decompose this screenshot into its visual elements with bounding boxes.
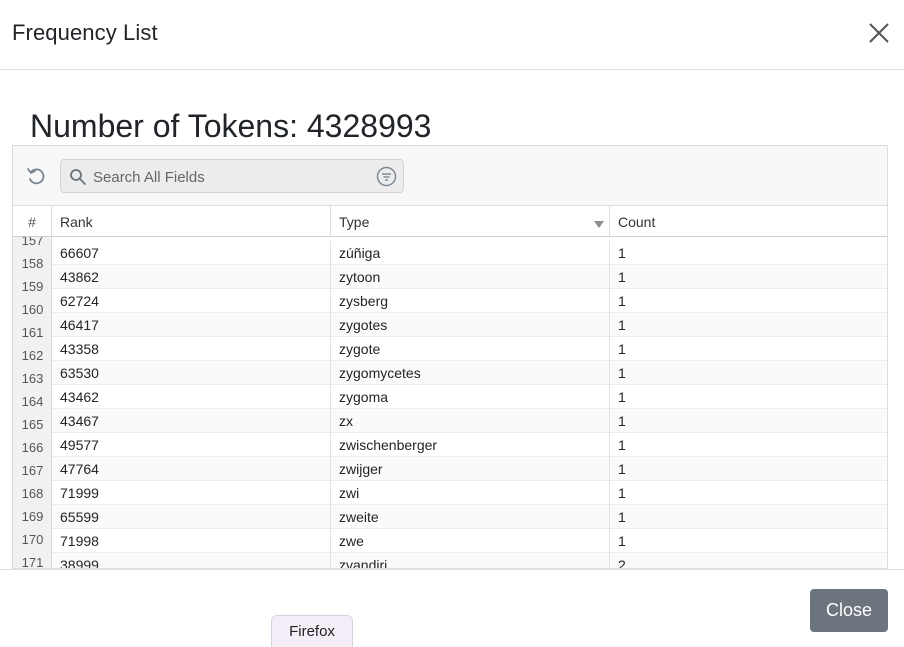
table-row[interactable]: 65599 zweite 1	[52, 505, 887, 529]
table-row[interactable]: 62724 zysberg 1	[52, 289, 887, 313]
close-x-icon[interactable]	[864, 18, 894, 48]
type-cell: zygote	[331, 337, 610, 361]
table-row[interactable]: 43358 zygote 1	[52, 337, 887, 361]
modal-title: Frequency List	[12, 20, 158, 45]
count-cell: 1	[618, 341, 626, 357]
type-cell: zwijger	[331, 457, 610, 481]
column-header-type-label: Type	[339, 214, 370, 230]
grid-toolbar	[13, 146, 887, 206]
tokens-heading: Number of Tokens: 4328993	[30, 108, 432, 144]
column-header-type[interactable]: Type	[331, 206, 610, 237]
count-cell: 1	[618, 533, 626, 549]
table-row[interactable]: 49577 zwischenberger 1	[52, 433, 887, 457]
table-body: 157 158 159 160 161 162 163 164 165 166 …	[13, 237, 887, 569]
row-number: 171	[21, 555, 44, 569]
search-icon	[69, 168, 87, 186]
row-number: 168	[21, 486, 44, 501]
type-cell: zx	[331, 409, 610, 433]
rank-cell: 63530	[52, 361, 331, 385]
rank-cell: 43462	[52, 385, 331, 409]
sort-descending-icon[interactable]	[594, 216, 604, 228]
rank-cell: 43862	[52, 265, 331, 289]
row-number: 159	[21, 279, 44, 294]
rank-cell: 62724	[52, 289, 331, 313]
filter-icon[interactable]	[376, 166, 397, 187]
row-number: 157	[21, 237, 44, 248]
table-row[interactable]: 38999 zvandiri 2	[52, 553, 887, 569]
row-number: 164	[21, 394, 44, 409]
table-row[interactable]: 43462 zygoma 1	[52, 385, 887, 409]
count-cell: 1	[618, 269, 626, 285]
column-header-rank[interactable]: Rank	[52, 206, 331, 237]
type-cell: zytoon	[331, 265, 610, 289]
type-cell: zúñiga	[331, 241, 610, 265]
rank-cell: 47764	[52, 457, 331, 481]
row-number: 163	[21, 371, 44, 386]
count-cell: 1	[618, 509, 626, 525]
type-cell: zvandiri	[331, 553, 610, 568]
frequency-grid: # Rank Type Count 157 158 159 160 161 16…	[12, 145, 888, 569]
type-cell: zweite	[331, 505, 610, 529]
rank-cell: 71999	[52, 481, 331, 505]
firefox-taskbar-item[interactable]: Firefox	[271, 615, 353, 647]
table-row[interactable]: 43467 zx 1	[52, 409, 887, 433]
type-cell: zygoma	[331, 385, 610, 409]
table-row[interactable]: 71998 zwe 1	[52, 529, 887, 553]
count-cell: 1	[618, 389, 626, 405]
count-cell: 1	[618, 413, 626, 429]
modal-footer: Firefox Close	[0, 569, 904, 647]
rank-cell: 46417	[52, 313, 331, 337]
table-row[interactable]: 66607 zúñiga 1	[52, 241, 887, 265]
rank-cell: 71998	[52, 529, 331, 553]
row-number: 169	[21, 509, 44, 524]
type-cell: zwischenberger	[331, 433, 610, 457]
table-row[interactable]: 63530 zygomycetes 1	[52, 361, 887, 385]
modal-header: Frequency List	[0, 0, 904, 70]
rank-cell: 65599	[52, 505, 331, 529]
rank-cell: 49577	[52, 433, 331, 457]
row-number: 162	[21, 348, 44, 363]
column-header-count[interactable]: Count	[610, 206, 887, 237]
rank-cell: 66607	[52, 241, 331, 265]
count-cell: 1	[618, 485, 626, 501]
rank-cell: 43358	[52, 337, 331, 361]
type-cell: zygomycetes	[331, 361, 610, 385]
table-header: # Rank Type Count	[13, 206, 887, 237]
count-cell: 1	[618, 365, 626, 381]
search-input[interactable]	[93, 166, 373, 188]
count-cell: 1	[618, 245, 626, 261]
count-cell: 2	[618, 557, 626, 569]
table-row[interactable]: 71999 zwi 1	[52, 481, 887, 505]
row-number: 161	[21, 325, 44, 340]
close-button[interactable]: Close	[810, 589, 888, 632]
row-number-column: 157 158 159 160 161 162 163 164 165 166 …	[13, 237, 52, 569]
row-number: 160	[21, 302, 44, 317]
count-cell: 1	[618, 461, 626, 477]
type-cell: zwe	[331, 529, 610, 553]
row-number: 158	[21, 256, 44, 271]
type-cell: zwi	[331, 481, 610, 505]
table-row[interactable]: 46417 zygotes 1	[52, 313, 887, 337]
row-number: 166	[21, 440, 44, 455]
row-number: 167	[21, 463, 44, 478]
count-cell: 1	[618, 437, 626, 453]
count-cell: 1	[618, 317, 626, 333]
refresh-icon[interactable]	[25, 165, 47, 187]
count-cell: 1	[618, 293, 626, 309]
row-number: 165	[21, 417, 44, 432]
table-row[interactable]: 47764 zwijger 1	[52, 457, 887, 481]
rank-cell: 38999	[52, 553, 331, 568]
column-header-number[interactable]: #	[13, 206, 52, 237]
type-cell: zysberg	[331, 289, 610, 313]
frequency-list-modal: Frequency List Number of Tokens: 4328993	[0, 0, 904, 647]
rank-cell: 43467	[52, 409, 331, 433]
type-cell: zygotes	[331, 313, 610, 337]
search-box	[60, 159, 404, 193]
table-row[interactable]: 43862 zytoon 1	[52, 265, 887, 289]
row-number: 170	[21, 532, 44, 547]
